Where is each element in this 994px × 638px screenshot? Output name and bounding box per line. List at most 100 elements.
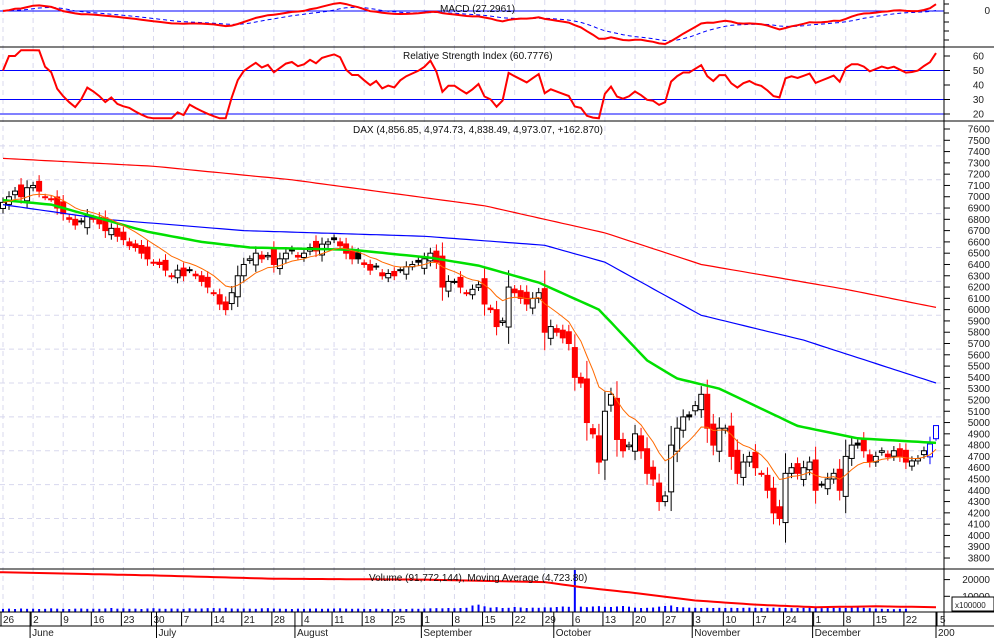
price-tick-label: 5400: [968, 373, 991, 384]
candle-body: [529, 297, 536, 309]
date-label: 15: [876, 615, 888, 626]
candle-body: [481, 278, 488, 305]
candle-body: [728, 425, 735, 457]
candle-body: [824, 478, 831, 490]
date-label: 5: [940, 615, 946, 626]
price-tick-label: 5900: [968, 316, 991, 327]
candle-body: [108, 227, 115, 236]
candle-body: [162, 259, 169, 271]
candle-body: [650, 466, 657, 480]
date-label: 2: [33, 615, 39, 626]
price-tick-label: 4300: [968, 497, 991, 508]
price-tick-label: 6700: [968, 226, 991, 237]
candle-body: [337, 241, 344, 247]
candle-body: [385, 273, 392, 279]
candle-body: [433, 250, 440, 263]
rsi-title: Relative Strength Index (60.7776): [403, 51, 553, 62]
candle-body: [463, 292, 470, 295]
candle-body: [601, 410, 608, 461]
date-label: 30: [153, 615, 165, 626]
candle-body: [300, 252, 307, 258]
price-tick-label: 7600: [968, 125, 991, 136]
price-tick-label: 6600: [968, 237, 991, 248]
rsi-tick-label: 50: [973, 66, 985, 77]
date-label: 25: [394, 615, 406, 626]
candle-body: [72, 218, 79, 226]
candle-body: [914, 458, 921, 462]
price-tick-label: 4500: [968, 474, 991, 485]
candle-body: [276, 258, 283, 270]
price-tick-label: 5600: [968, 350, 991, 361]
candle-body: [626, 444, 633, 448]
candle-body: [698, 393, 705, 411]
candle-body: [619, 438, 626, 452]
date-label: 4: [304, 615, 310, 626]
rsi-tick-label: 60: [973, 52, 985, 63]
candle-body: [349, 250, 356, 260]
candle-body: [613, 397, 620, 440]
candle-body: [391, 270, 398, 277]
price-tick-label: 4800: [968, 441, 991, 452]
price-tick-label: 4400: [968, 486, 991, 497]
price-tick-label: 7300: [968, 158, 991, 169]
candle-body: [451, 280, 458, 283]
candle-body: [830, 472, 837, 480]
candle-body: [258, 254, 265, 260]
date-label: 18: [364, 615, 376, 626]
candle-body: [174, 269, 181, 279]
candle-body: [114, 227, 121, 237]
candle-body: [571, 347, 578, 378]
candle-body: [78, 220, 85, 223]
price-tick-label: 4200: [968, 508, 991, 519]
candle-body: [499, 320, 506, 324]
moving-average-short: [2, 193, 937, 481]
date-label: 29: [545, 615, 557, 626]
candle-body: [18, 184, 25, 198]
price-tick-label: 4000: [968, 531, 991, 542]
candle-body: [908, 460, 915, 467]
candle-body: [583, 378, 590, 424]
candle-body: [752, 451, 759, 469]
candle-body: [896, 448, 903, 457]
candle-body: [168, 275, 175, 278]
price-tick-label: 6500: [968, 249, 991, 260]
candle-body: [24, 187, 31, 202]
date-label: 16: [93, 615, 105, 626]
candle-body: [252, 252, 259, 266]
price-tick-label: 7000: [968, 192, 991, 203]
candle-body: [222, 301, 229, 311]
price-tick-label: 5500: [968, 362, 991, 373]
candle-body: [355, 252, 362, 260]
date-label: 24: [786, 615, 798, 626]
candle-body: [180, 267, 187, 277]
price-tick-label: 7200: [968, 170, 991, 181]
date-label: 15: [485, 615, 497, 626]
candle-body: [48, 198, 55, 201]
candle-body: [656, 482, 663, 503]
candle-body: [445, 280, 452, 292]
candle-body: [294, 254, 301, 258]
volume-unit-label: x100000: [955, 601, 986, 610]
price-tick-label: 6000: [968, 305, 991, 316]
candle-body: [704, 393, 711, 429]
date-label: 3: [695, 615, 701, 626]
date-label: 7: [184, 615, 190, 626]
candle-body: [379, 272, 386, 277]
candle-body: [361, 262, 368, 265]
dax-chart: 7600750074007300720071007000690068006700…: [0, 0, 994, 638]
price-tick-label: 6300: [968, 271, 991, 282]
candle-body: [30, 184, 37, 189]
candle-body: [890, 450, 897, 457]
candle-body: [228, 292, 235, 305]
date-label: 20: [635, 615, 647, 626]
month-label: October: [556, 628, 592, 638]
date-label: 22: [515, 615, 527, 626]
candle-body: [878, 450, 885, 453]
candle-body: [132, 243, 139, 249]
candle-body: [662, 495, 669, 503]
candle-body: [246, 258, 253, 261]
moving-average-200-day: [2, 157, 937, 308]
candle-body: [644, 448, 651, 474]
price-tick-label: 4600: [968, 463, 991, 474]
candle-body: [216, 294, 223, 305]
